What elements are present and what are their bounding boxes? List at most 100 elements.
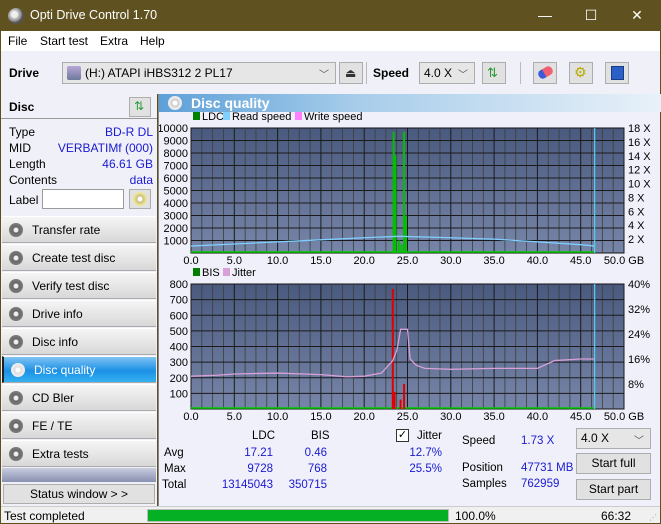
refresh-button[interactable]: ⇅ xyxy=(482,62,506,84)
x-tick-label: 15.0 xyxy=(310,411,331,423)
minimize-button[interactable]: — xyxy=(522,0,568,31)
nav-label: Extra tests xyxy=(32,447,89,461)
settings-button[interactable]: ⚙ xyxy=(569,62,593,84)
legend-label-ldc: LDC xyxy=(202,111,224,123)
status-bar: Test completed 100.0% 66:32 ⋰ xyxy=(1,506,660,523)
drive-select[interactable]: (H:) ATAPI iHBS312 2 PL17 ﹀ xyxy=(62,62,336,84)
menu-file[interactable]: File xyxy=(8,34,27,48)
transfer-rate-icon xyxy=(9,223,23,237)
disc-refresh-button[interactable]: ⇅ xyxy=(129,97,151,117)
type-label: Type xyxy=(9,125,36,139)
erase-button[interactable] xyxy=(533,62,557,84)
refresh-icon: ⇅ xyxy=(487,65,498,80)
bis-bar xyxy=(403,384,406,409)
y-tick-label: 8000 xyxy=(164,148,188,160)
jitter-checkbox[interactable]: ✓ xyxy=(396,429,409,442)
disc-header: Disc ⇅ xyxy=(1,94,157,118)
avg-jitter: 12.7% xyxy=(409,447,442,459)
y2-tick-label: 14 X xyxy=(628,151,651,163)
maximize-button[interactable]: ☐ xyxy=(568,0,614,31)
nav-disc-info[interactable]: Disc info xyxy=(2,328,156,355)
y-tick-label: 3000 xyxy=(164,211,188,223)
title-bar: Opti Drive Control 1.70 — ☐ ✕ xyxy=(0,0,661,31)
app-icon xyxy=(8,8,24,24)
nav-create-test-disc[interactable]: Create test disc xyxy=(2,244,156,271)
nav-fe-te[interactable]: FE / TE xyxy=(2,412,156,439)
progress-text: 100.0% xyxy=(455,509,496,523)
resize-grip-icon[interactable]: ⋰ xyxy=(649,513,657,522)
start-part-button[interactable]: Start part xyxy=(576,479,651,500)
y2-tick-label: 2 X xyxy=(628,234,645,246)
menu-start-test[interactable]: Start test xyxy=(40,34,88,48)
x-tick-label: 25.0 xyxy=(397,255,418,267)
legend-swatch xyxy=(193,268,200,276)
progress-fill xyxy=(148,510,448,521)
max-ldc: 9728 xyxy=(247,463,273,475)
drive-icon xyxy=(67,66,81,80)
y2-tick-label: 8 X xyxy=(628,192,645,204)
ldc-bar xyxy=(394,155,397,253)
y-tick-label: 2000 xyxy=(164,223,188,235)
nav-label: FE / TE xyxy=(32,419,73,433)
speed-label: Speed xyxy=(462,435,496,447)
total-label: Total xyxy=(162,479,187,491)
y-tick-label: 200 xyxy=(170,373,188,385)
avg-bis: 0.46 xyxy=(304,447,327,459)
save-button[interactable] xyxy=(605,62,629,84)
nav-label: Drive info xyxy=(32,307,83,321)
y-tick-label: 400 xyxy=(170,342,188,354)
settings-icon: ⚙ xyxy=(574,64,587,80)
mid-label: MID xyxy=(9,141,31,155)
nav-label: Verify test disc xyxy=(32,279,110,293)
legend-swatch xyxy=(223,268,230,276)
charts-area: LDC Read speed Write speed 100020003000 400 0… xyxy=(159,111,651,423)
x-tick-label: 0.0 xyxy=(183,255,198,267)
y-tick-label: 500 xyxy=(170,326,188,338)
x-tick-label: 0.0 xyxy=(183,411,198,423)
erase-icon xyxy=(536,64,555,81)
legend-label-write-speed: Write speed xyxy=(304,111,363,123)
speed-select[interactable]: 4.0 X ﹀ xyxy=(419,62,475,84)
label-input[interactable] xyxy=(42,189,124,209)
disc-quality-panel: Disc quality LDC Read speed Write speed 100… xyxy=(158,94,661,506)
y-tick-label: 600 xyxy=(170,310,188,322)
nav-extra-tests[interactable]: Extra tests xyxy=(2,440,156,467)
nav-label: Disc info xyxy=(32,335,79,349)
status-text: Test completed xyxy=(4,509,85,523)
y-tick-label: 800 xyxy=(170,279,188,291)
y-tick-label: 6000 xyxy=(164,173,188,185)
x-tick-label: 20.0 xyxy=(353,255,374,267)
x-tick-label: 10.0 xyxy=(267,411,288,423)
nav-cd-bler[interactable]: CD Bler xyxy=(2,384,156,411)
label-disc-button[interactable] xyxy=(129,189,151,209)
elapsed-time: 66:32 xyxy=(601,509,632,523)
x-tick-label: 30.0 xyxy=(440,411,461,423)
y-tick-label: 700 xyxy=(170,295,188,307)
eject-button[interactable]: ⏏ xyxy=(339,62,363,84)
nav-disc-quality[interactable]: Disc quality xyxy=(2,356,156,383)
avg-label: Avg xyxy=(164,447,184,459)
cd-bler-icon xyxy=(9,391,23,405)
y2-tick-label: 6 X xyxy=(628,206,645,218)
test-speed-value: 4.0 X xyxy=(581,431,610,445)
y2-tick-label: 16% xyxy=(628,354,650,366)
legend-label-read-speed: Read speed xyxy=(232,111,291,123)
nav-verify-test-disc[interactable]: Verify test disc xyxy=(2,272,156,299)
x-tick-label: 20.0 xyxy=(353,411,374,423)
status-window-button[interactable]: Status window > > xyxy=(3,484,155,504)
test-speed-select[interactable]: 4.0 X ﹀ xyxy=(576,428,651,449)
max-label: Max xyxy=(164,463,186,475)
menu-help[interactable]: Help xyxy=(140,34,165,48)
disc-icon xyxy=(133,192,147,206)
chevron-down-icon: ﹀ xyxy=(319,70,329,81)
nav-drive-info[interactable]: Drive info xyxy=(2,300,156,327)
y-tick-label: 1000 xyxy=(164,236,188,248)
start-full-button[interactable]: Start full xyxy=(576,453,651,474)
bis-bar xyxy=(399,399,402,409)
y2-tick-label: 32% xyxy=(628,304,650,316)
nav-transfer-rate[interactable]: Transfer rate xyxy=(2,216,156,243)
total-ldc: 13145043 xyxy=(221,479,273,491)
menu-extra[interactable]: Extra xyxy=(100,34,128,48)
close-button[interactable]: ✕ xyxy=(614,0,660,31)
create-test-disc-icon xyxy=(9,251,23,265)
